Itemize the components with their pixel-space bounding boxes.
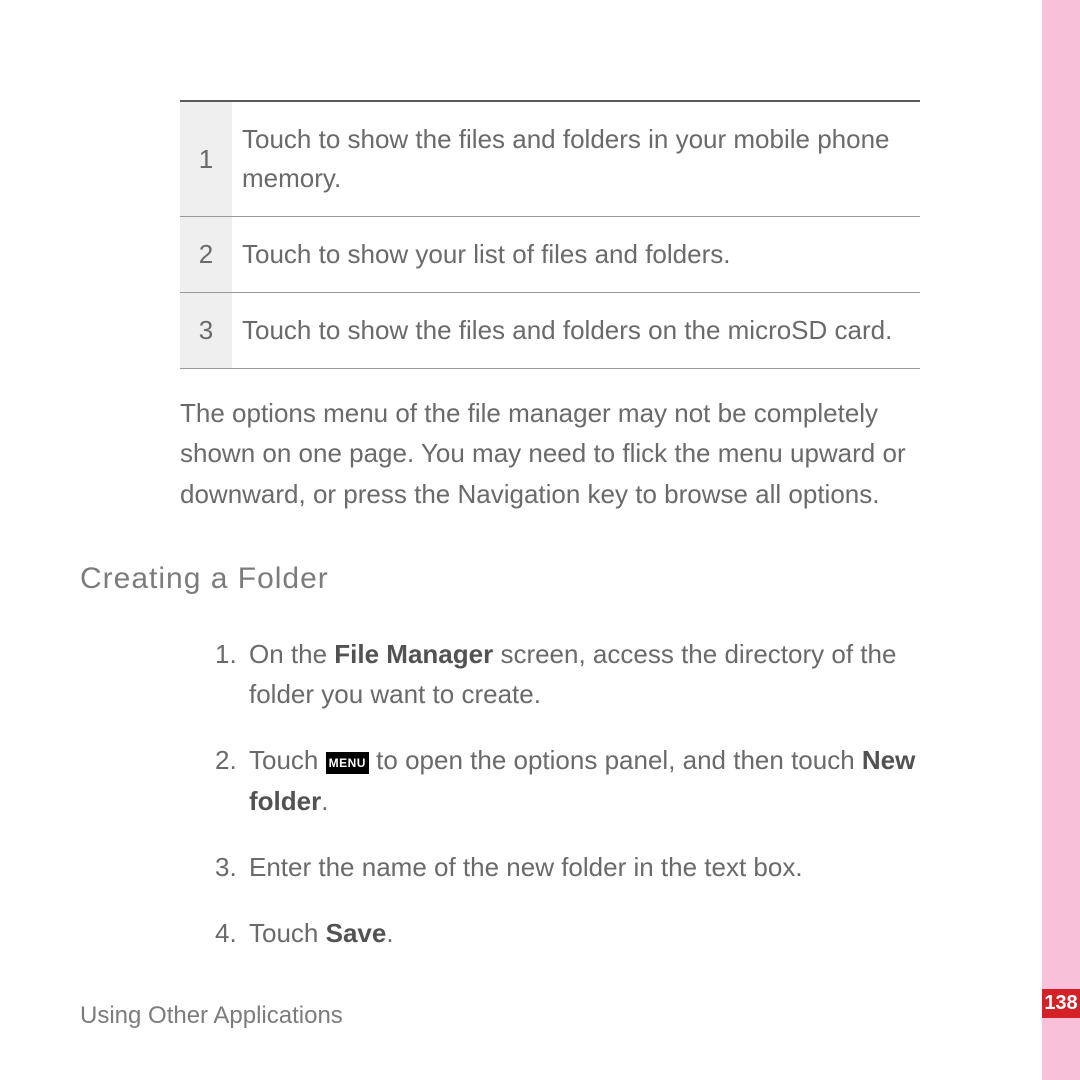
step-text: to open the options panel, and then touc… bbox=[369, 745, 862, 775]
row-text: Touch to show the files and folders in y… bbox=[232, 101, 920, 217]
step-text: . bbox=[386, 918, 393, 948]
step-text: On the bbox=[249, 639, 334, 669]
table-row: 2 Touch to show your list of files and f… bbox=[180, 217, 920, 293]
menu-key-icon: MENU bbox=[326, 752, 369, 774]
table-row: 1 Touch to show the files and folders in… bbox=[180, 101, 920, 217]
step-text: Touch bbox=[249, 918, 326, 948]
steps-list: On the File Manager screen, access the d… bbox=[215, 634, 955, 954]
row-text: Touch to show the files and folders on t… bbox=[232, 293, 920, 369]
footer-section-label: Using Other Applications bbox=[80, 1002, 343, 1030]
bold-term: Save bbox=[326, 918, 387, 948]
row-number: 2 bbox=[180, 217, 232, 293]
step-item: On the File Manager screen, access the d… bbox=[215, 634, 955, 715]
table-row: 3 Touch to show the files and folders on… bbox=[180, 293, 920, 369]
step-text: Touch bbox=[249, 745, 326, 775]
bold-term: File Manager bbox=[334, 639, 493, 669]
row-number: 3 bbox=[180, 293, 232, 369]
side-accent-bar bbox=[1042, 0, 1080, 1080]
step-item: Enter the name of the new folder in the … bbox=[215, 847, 955, 887]
step-item: Touch MENU to open the options panel, an… bbox=[215, 740, 955, 821]
page-content: 1 Touch to show the files and folders in… bbox=[0, 0, 1020, 1080]
reference-table: 1 Touch to show the files and folders in… bbox=[180, 100, 920, 369]
row-number: 1 bbox=[180, 101, 232, 217]
note-paragraph: The options menu of the file manager may… bbox=[180, 393, 960, 514]
step-text: Enter the name of the new folder in the … bbox=[249, 852, 803, 882]
step-item: Touch Save. bbox=[215, 913, 955, 953]
step-text: . bbox=[321, 786, 328, 816]
row-text: Touch to show your list of files and fol… bbox=[232, 217, 920, 293]
page-number-badge: 138 bbox=[1042, 989, 1080, 1018]
section-heading: Creating a Folder bbox=[80, 562, 940, 596]
